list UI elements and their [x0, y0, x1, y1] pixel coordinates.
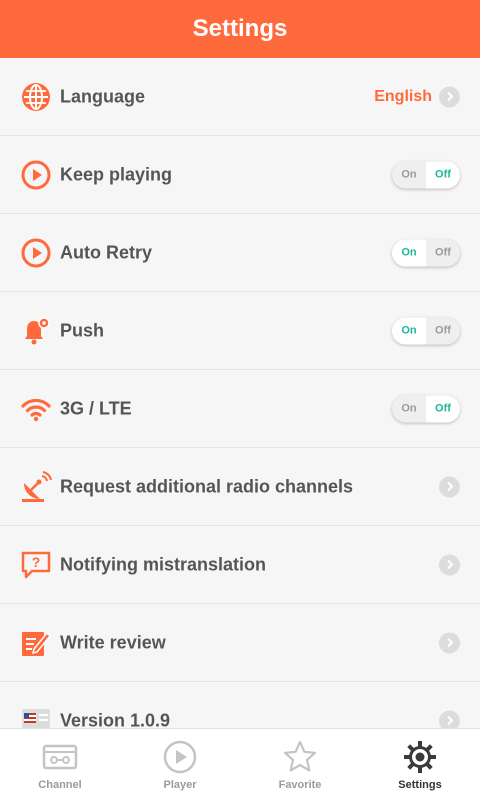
gear-icon — [402, 739, 438, 775]
setting-label-language: Language — [60, 86, 146, 106]
setting-label-request-channels: Request additional radio channels — [60, 476, 354, 496]
setting-label-mistranslation: Notifying mistranslation — [60, 554, 267, 574]
chevron-right-icon[interactable] — [439, 632, 460, 653]
wifi-icon — [20, 393, 52, 425]
setting-label-lte: 3G / LTE — [60, 398, 132, 418]
tab-label-channel: Channel — [38, 779, 82, 791]
auto-retry-toggle[interactable]: On Off — [392, 239, 460, 266]
radio-icon — [42, 739, 78, 775]
star-icon — [282, 739, 318, 775]
toggle-off-option[interactable]: Off — [426, 317, 460, 344]
edit-note-icon — [20, 627, 52, 659]
settings-list[interactable]: Language English Keep playing On Off Aut… — [0, 58, 480, 728]
bottom-tab-bar: Channel Player Favorite Settings — [0, 728, 480, 801]
svg-text:?: ? — [32, 554, 41, 570]
toggle-off-option[interactable]: Off — [426, 239, 460, 266]
flag-card-icon — [20, 705, 52, 728]
toggle-on-option[interactable]: On — [392, 239, 426, 266]
page-title: Settings — [192, 15, 288, 42]
header-bar: Settings — [0, 0, 480, 58]
setting-row-push: Push On Off — [0, 292, 480, 370]
setting-label-push: Push — [60, 320, 105, 340]
setting-row-keep-playing: Keep playing On Off — [0, 136, 480, 214]
setting-row-lte: 3G / LTE On Off — [0, 370, 480, 448]
setting-row-request-channels[interactable]: Request additional radio channels — [0, 448, 480, 526]
chevron-right-icon[interactable] — [439, 86, 460, 107]
tab-player[interactable]: Player — [120, 729, 240, 801]
setting-row-auto-retry: Auto Retry On Off — [0, 214, 480, 292]
question-bubble-icon: ? — [20, 549, 52, 581]
tab-channel[interactable]: Channel — [0, 729, 120, 801]
toggle-off-option[interactable]: Off — [426, 161, 460, 188]
setting-row-mistranslation[interactable]: ? Notifying mistranslation — [0, 526, 480, 604]
lte-toggle[interactable]: On Off — [392, 395, 460, 422]
setting-label-keep-playing: Keep playing — [60, 164, 173, 184]
globe-icon — [20, 81, 52, 113]
play-circle-icon — [162, 739, 198, 775]
chevron-right-icon[interactable] — [439, 554, 460, 575]
tab-settings[interactable]: Settings — [360, 729, 480, 801]
push-toggle[interactable]: On Off — [392, 317, 460, 344]
setting-row-language[interactable]: Language English — [0, 58, 480, 136]
setting-label-write-review: Write review — [60, 632, 166, 652]
satellite-dish-icon — [20, 470, 52, 503]
keep-playing-toggle[interactable]: On Off — [392, 161, 460, 188]
setting-row-write-review[interactable]: Write review — [0, 604, 480, 682]
tab-label-player: Player — [163, 779, 197, 791]
bell-gear-icon — [20, 315, 52, 347]
toggle-off-option[interactable]: Off — [426, 395, 460, 422]
tab-label-favorite: Favorite — [278, 779, 322, 791]
tab-favorite[interactable]: Favorite — [240, 729, 360, 801]
play-circle-icon — [20, 159, 52, 191]
setting-row-version[interactable]: Version 1.0.9 — [0, 682, 480, 728]
toggle-on-option[interactable]: On — [392, 161, 426, 188]
setting-label-version: Version 1.0.9 — [60, 710, 171, 728]
chevron-right-icon[interactable] — [439, 710, 460, 728]
toggle-on-option[interactable]: On — [392, 317, 426, 344]
play-circle-icon — [20, 237, 52, 269]
tab-label-settings: Settings — [398, 779, 442, 791]
chevron-right-icon[interactable] — [439, 476, 460, 497]
toggle-on-option[interactable]: On — [392, 395, 426, 422]
setting-label-auto-retry: Auto Retry — [60, 242, 153, 262]
language-value[interactable]: English — [374, 88, 432, 106]
